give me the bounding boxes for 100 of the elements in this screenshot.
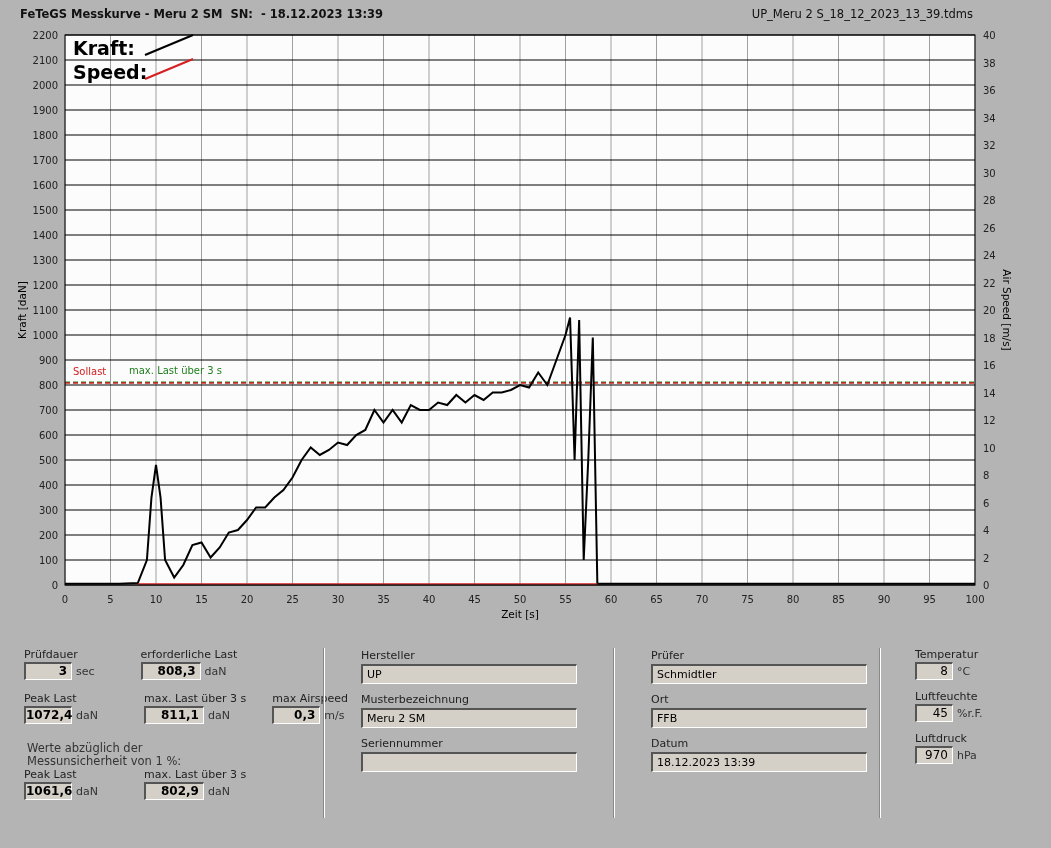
y-tick-label: 2200 xyxy=(32,30,58,41)
unit-label: m/s xyxy=(324,707,345,724)
right-tick-label: 0 xyxy=(983,580,990,591)
y-tick-label: 1900 xyxy=(32,105,58,116)
field-label: Hersteller xyxy=(361,648,416,664)
y-tick-label: 400 xyxy=(38,480,58,491)
y-tick-label: 1300 xyxy=(32,255,58,266)
unit-label: °C xyxy=(957,663,971,680)
y-tick-label: 200 xyxy=(38,530,58,541)
right-tick-label: 28 xyxy=(983,195,996,206)
value-field: 3 xyxy=(24,662,72,680)
right-tick-label: 32 xyxy=(983,140,996,151)
right-tick-label: 26 xyxy=(983,222,996,234)
y-tick-label: 1700 xyxy=(32,155,58,166)
value-field: 802,9 xyxy=(143,782,204,800)
y-tick-label: 1800 xyxy=(32,130,58,141)
file-name: UP_Meru 2 S_18_12_2023_13_39.tdms xyxy=(751,5,973,23)
field-label: Peak Last xyxy=(24,768,78,782)
y-tick-label: 500 xyxy=(38,455,58,466)
right-tick-label: 10 xyxy=(983,442,996,454)
unit-label: daN xyxy=(207,707,230,724)
x-tick-label: 25 xyxy=(286,594,299,605)
x-tick-label: 55 xyxy=(559,594,572,605)
value-field: 1072,4 xyxy=(24,706,72,724)
x-tick-label: 75 xyxy=(741,594,754,605)
unit-label: daN xyxy=(207,783,230,800)
x-tick-label: 15 xyxy=(195,594,208,605)
right-tick-label: 40 xyxy=(983,30,996,41)
unit-label: %r.F. xyxy=(957,705,983,722)
x-tick-label: 85 xyxy=(832,594,845,605)
x-tick-label: 70 xyxy=(695,594,709,605)
right-tick-label: 18 xyxy=(983,332,996,344)
value-field: 45 xyxy=(915,704,953,722)
x-tick-label: 100 xyxy=(965,594,985,605)
right-tick-label: 24 xyxy=(983,250,996,261)
field-label: Prüfer xyxy=(651,648,686,664)
y-tick-label: 1100 xyxy=(32,305,58,316)
field-label: Musterbezeichnung xyxy=(361,692,471,708)
limit-line-label: Sollast xyxy=(73,366,107,377)
y-tick-label: 2100 xyxy=(32,55,58,66)
right-tick-label: 12 xyxy=(983,415,996,426)
x-tick-label: 10 xyxy=(149,594,163,605)
right-tick-label: 6 xyxy=(983,497,990,509)
right-tick-label: 22 xyxy=(983,277,996,289)
y-tick-label: 1600 xyxy=(32,180,58,191)
x-tick-label: 35 xyxy=(377,594,390,605)
note-text: Werte abzüglich der Messunsicherheit von 1 %: xyxy=(27,742,183,768)
y-tick-label: 600 xyxy=(38,430,58,441)
field-label: Luftdruck xyxy=(915,732,968,746)
x-tick-label: 90 xyxy=(877,594,891,605)
legend-label: Speed: xyxy=(73,61,148,83)
window-title: FeTeGS Messkurve - Meru 2 SM SN: - 18.12.2023 13:39 xyxy=(20,5,384,23)
y-tick-label: 100 xyxy=(38,555,58,566)
value-field: 1061,6 xyxy=(24,782,72,800)
x-axis-title: Zeit [s] xyxy=(501,608,539,620)
right-tick-label: 8 xyxy=(983,470,990,481)
y-tick-label: 1200 xyxy=(32,280,58,291)
field-label: Ort xyxy=(651,692,670,708)
field-label: Prüfdauer xyxy=(24,648,79,662)
unit-label: sec xyxy=(76,663,95,680)
unit-label: daN xyxy=(76,783,98,800)
right-tick-label: 4 xyxy=(983,525,990,536)
field-label: Datum xyxy=(651,736,690,752)
field-label: Luftfeuchte xyxy=(915,690,979,704)
x-tick-label: 60 xyxy=(604,594,618,605)
x-tick-label: 0 xyxy=(61,594,69,605)
x-tick-label: 50 xyxy=(513,594,527,605)
right-tick-label: 16 xyxy=(983,360,996,371)
x-tick-label: 20 xyxy=(240,594,254,605)
field-label: Temperatur xyxy=(915,648,980,662)
value-field: 808,3 xyxy=(140,662,201,680)
y-tick-label: 900 xyxy=(38,355,58,366)
x-tick-label: 80 xyxy=(786,594,800,605)
y-tick-label: 800 xyxy=(38,380,58,391)
right-tick-label: 20 xyxy=(983,305,996,316)
y-tick-label: 1400 xyxy=(32,230,58,241)
x-tick-label: 65 xyxy=(650,594,663,605)
field-label: max. Last über 3 s xyxy=(143,692,247,706)
y-tick-label: 700 xyxy=(38,405,58,416)
field-label: erforderliche Last xyxy=(140,648,238,662)
y-tick-label: 0 xyxy=(51,580,58,591)
right-tick-label: 36 xyxy=(983,85,996,96)
right-axis-title: Air Speed [m/s] xyxy=(1001,269,1013,351)
value-field: 0,3 xyxy=(272,706,321,724)
field-label: Peak Last xyxy=(24,692,78,706)
value-field: 811,1 xyxy=(143,706,204,724)
value-field: 8 xyxy=(915,662,953,680)
unit-label: hPa xyxy=(957,747,977,764)
right-tick-label: 2 xyxy=(983,552,990,564)
y-tick-label: 1000 xyxy=(32,330,58,341)
limit-line-label: max. Last über 3 s xyxy=(129,365,223,377)
x-tick-label: 5 xyxy=(107,594,114,605)
value-field: 970 xyxy=(915,746,953,764)
x-tick-label: 30 xyxy=(331,594,345,605)
right-tick-label: 34 xyxy=(983,112,996,124)
field-label: max Airspeed xyxy=(272,692,349,706)
y-tick-label: 300 xyxy=(38,505,58,516)
right-tick-label: 14 xyxy=(983,387,996,399)
y-tick-label: 1500 xyxy=(32,205,58,216)
x-tick-label: 45 xyxy=(468,594,481,605)
